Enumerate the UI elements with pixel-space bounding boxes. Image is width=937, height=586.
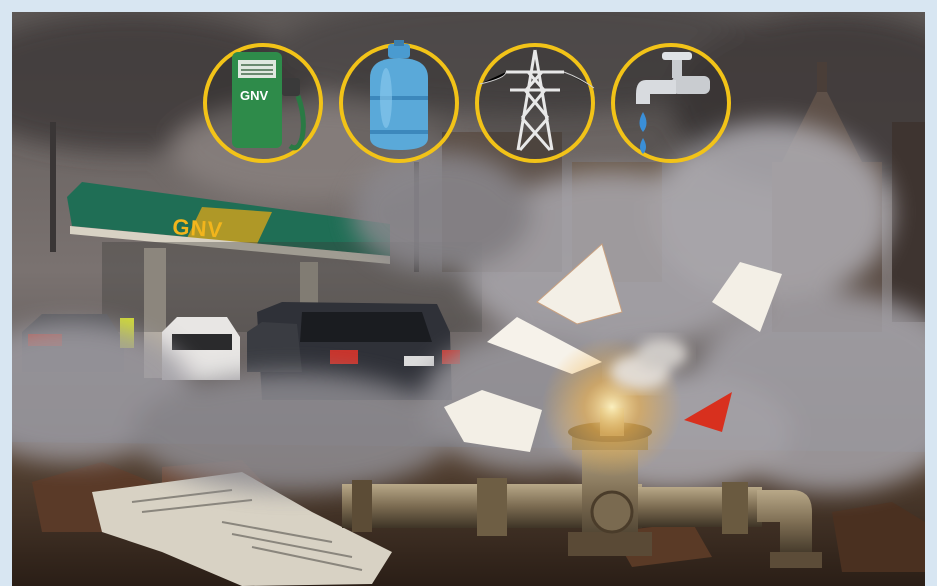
- pump-label: GNV: [240, 88, 269, 103]
- power-pylon-circle: [470, 38, 600, 168]
- light-pole: [50, 122, 56, 252]
- gas-pump-icon: GNV: [203, 43, 323, 163]
- water-tap-icon: [611, 43, 731, 163]
- gas-pump-circle: GNV: [198, 38, 328, 168]
- water-tap-circle: [606, 38, 736, 168]
- power-pylon-icon: [475, 43, 595, 163]
- gas-cylinder-circle: [334, 38, 464, 168]
- illustration-frame: GNV GNV: [12, 12, 925, 586]
- gas-cylinder-icon: [339, 40, 459, 163]
- scene: GNV: [12, 12, 925, 586]
- station-sign-text: GNV: [172, 214, 224, 242]
